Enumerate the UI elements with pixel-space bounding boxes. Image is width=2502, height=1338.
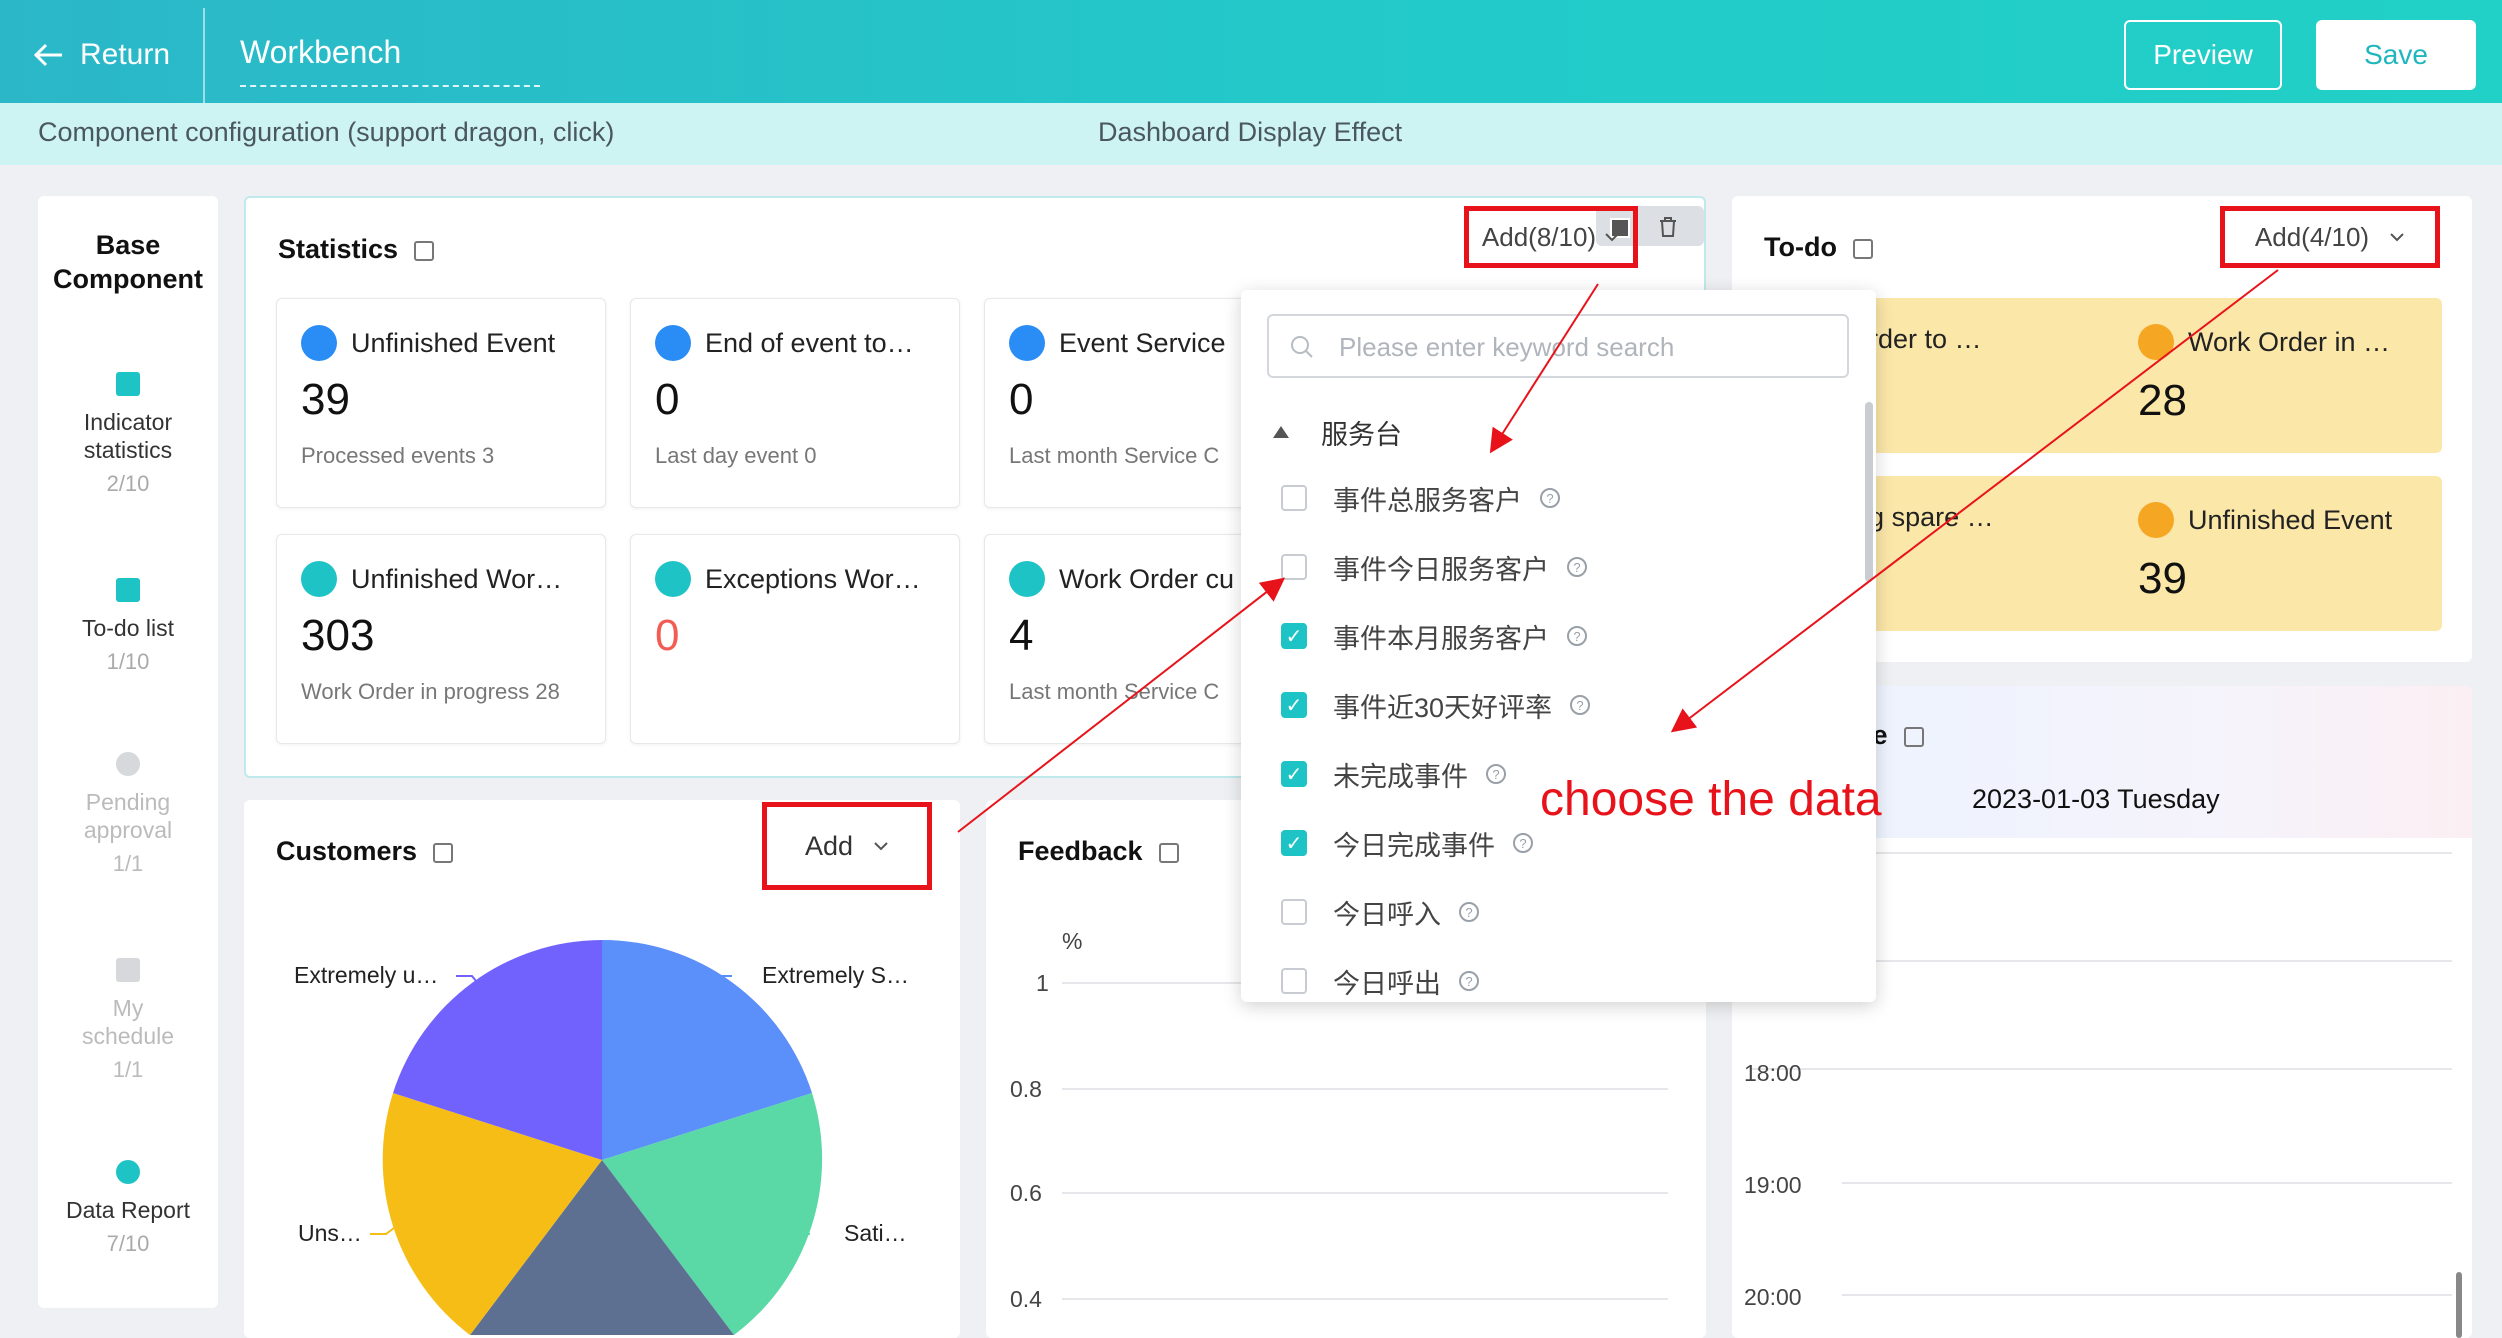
annotation-arrow xyxy=(957,577,1286,833)
annotation-arrow xyxy=(1670,269,2279,733)
annotation-arrows xyxy=(957,269,2279,833)
annotation-text: choose the data xyxy=(1540,773,1882,826)
annotation-arrow xyxy=(1489,283,1599,454)
